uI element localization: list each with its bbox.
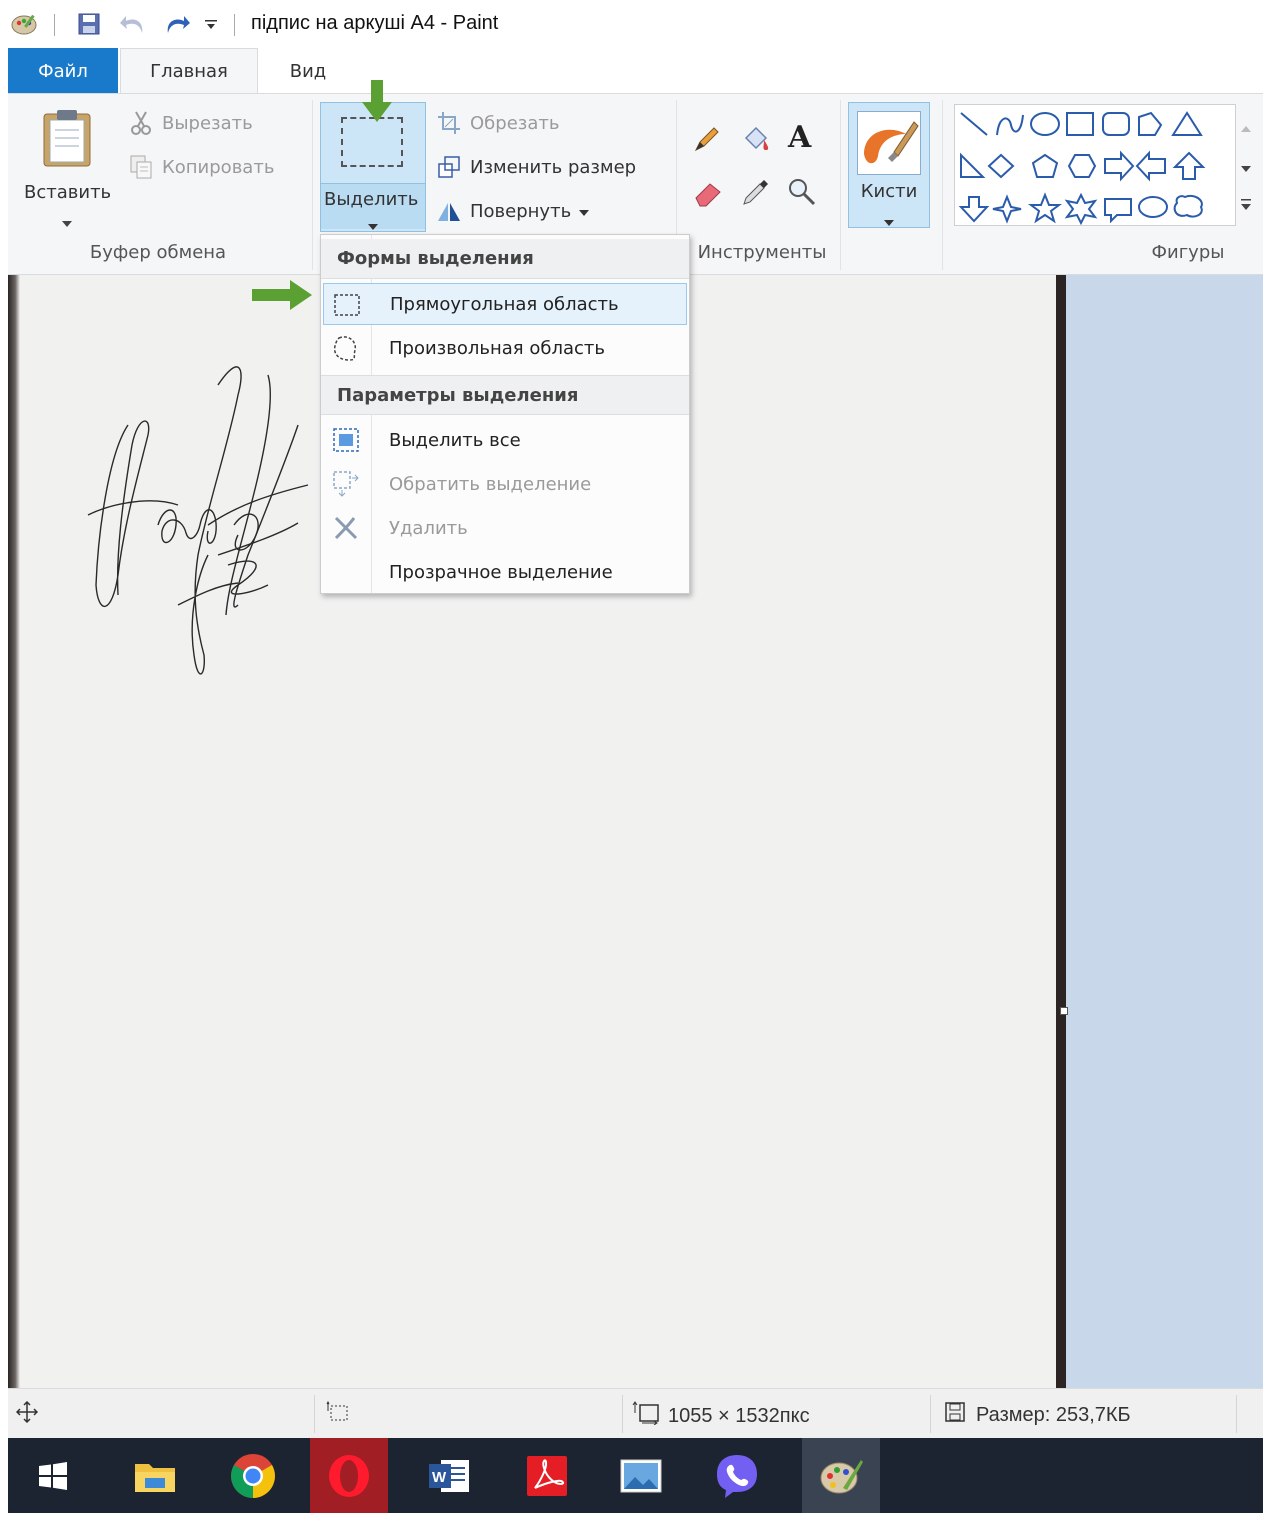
cut-label: Вырезать	[162, 112, 253, 134]
crop-button[interactable]: Обрезать	[436, 110, 559, 136]
scissors-icon	[128, 110, 154, 136]
undo-icon[interactable]	[116, 10, 150, 38]
freeform-selection-item[interactable]: Произвольная область	[323, 327, 687, 369]
color-picker-icon[interactable]	[740, 176, 772, 212]
cut-button[interactable]: Вырезать	[128, 110, 253, 136]
pencil-icon[interactable]	[692, 124, 722, 158]
invert-selection-icon	[331, 470, 361, 498]
tools-group-label: Инструменты	[697, 242, 827, 263]
ribbon-tabs: Файл Главная Вид	[8, 48, 1263, 94]
clipboard-group-label: Буфер обмена	[89, 242, 227, 263]
shapes-scroll-down-icon[interactable]	[1240, 160, 1252, 178]
text-tool-icon[interactable]: A	[788, 120, 811, 155]
green-arrow-right-icon	[252, 280, 312, 314]
canvas-left-edge	[8, 275, 20, 1388]
file-explorer-icon[interactable]	[116, 1438, 194, 1513]
acrobat-icon[interactable]	[508, 1438, 586, 1513]
svg-text:W: W	[432, 1469, 447, 1486]
transparent-selection-item[interactable]: Прозрачное выделение	[323, 551, 687, 593]
rectangle-select-icon	[332, 291, 362, 319]
shapes-row-1	[960, 111, 1203, 136]
image-dimensions: 1055 × 1532пкс	[632, 1401, 810, 1431]
brush-icon	[857, 111, 921, 175]
rotate-icon	[436, 198, 462, 224]
brushes-label: Кисти	[860, 181, 918, 202]
file-size: Размер: 253,7КБ	[944, 1401, 1131, 1429]
chrome-icon[interactable]	[214, 1438, 292, 1513]
invert-selection-label: Обратить выделение	[389, 473, 592, 495]
customize-quick-access-icon[interactable]	[200, 10, 222, 38]
paint-app-icon[interactable]	[8, 10, 40, 38]
copy-icon	[128, 154, 154, 180]
tab-file[interactable]: Файл	[8, 48, 118, 94]
paint-icon[interactable]	[802, 1438, 880, 1513]
tab-view[interactable]: Вид	[278, 48, 338, 94]
canvas-resize-handle[interactable]	[1060, 1007, 1068, 1015]
rotate-label: Повернуть	[470, 200, 572, 222]
start-icon[interactable]	[14, 1438, 92, 1513]
select-all-icon	[331, 426, 361, 454]
window-title: підпис на аркуші A4 - Paint	[251, 12, 499, 34]
resize-label: Изменить размер	[470, 156, 637, 178]
save-icon[interactable]	[74, 10, 104, 38]
cursor-position-icon	[16, 1401, 38, 1423]
shapes-scroll-up-icon[interactable]	[1240, 120, 1252, 138]
shapes-group-label: Фигуры	[1151, 242, 1225, 263]
rectangular-selection-label: Прямоугольная область	[390, 293, 619, 315]
magnifier-icon[interactable]	[786, 176, 818, 212]
fill-bucket-icon[interactable]	[738, 124, 772, 160]
resize-button[interactable]: Изменить размер	[436, 154, 636, 180]
photos-icon[interactable]	[602, 1438, 680, 1513]
shapes-row-3	[958, 192, 1203, 226]
shapes-more-icon[interactable]	[1240, 198, 1252, 216]
copy-label: Копировать	[162, 156, 275, 178]
word-icon[interactable]: W	[410, 1438, 488, 1513]
canvas-right-edge	[1056, 275, 1066, 1388]
status-bar: 1055 × 1532пкс Размер: 253,7КБ	[8, 1388, 1263, 1438]
select-all-label: Выделить все	[389, 429, 521, 451]
viber-icon[interactable]	[698, 1438, 776, 1513]
redo-icon[interactable]	[160, 10, 194, 38]
green-arrow-down-icon	[362, 80, 392, 126]
chevron-down-icon	[62, 214, 72, 232]
taskbar: W	[8, 1438, 1263, 1513]
crop-label: Обрезать	[470, 112, 560, 134]
delete-selection-item[interactable]: Удалить	[323, 507, 687, 549]
disk-icon	[944, 1401, 966, 1429]
resize-icon	[436, 154, 462, 180]
selection-size-icon	[326, 1401, 350, 1425]
brushes-button[interactable]: Кисти	[848, 102, 930, 228]
paste-button[interactable]: Вставить	[12, 102, 122, 232]
clipboard-icon	[40, 108, 94, 172]
chevron-down-icon	[579, 201, 590, 222]
image-dimensions-text: 1055 × 1532пкс	[668, 1404, 810, 1427]
handwritten-signature	[68, 355, 318, 699]
freeform-selection-label: Произвольная область	[389, 337, 605, 359]
shapes-row-2	[960, 150, 1206, 182]
opera-icon[interactable]	[310, 1438, 388, 1513]
rectangular-selection-item[interactable]: Прямоугольная область	[323, 283, 687, 325]
chevron-down-icon	[368, 217, 378, 235]
file-size-text: Размер: 253,7КБ	[976, 1403, 1131, 1426]
copy-button[interactable]: Копировать	[128, 154, 274, 180]
invert-selection-item[interactable]: Обратить выделение	[323, 463, 687, 505]
select-all-item[interactable]: Выделить все	[323, 419, 687, 461]
delete-icon	[331, 514, 361, 542]
selection-shapes-header: Формы выделения	[321, 239, 689, 279]
paste-label: Вставить	[24, 182, 112, 203]
select-dropdown-menu: Формы выделения Прямоугольная область Пр…	[320, 234, 690, 594]
select-label: Выделить	[324, 189, 419, 210]
rotate-button[interactable]: Повернуть	[436, 198, 590, 224]
shapes-gallery[interactable]	[954, 104, 1236, 226]
image-size-icon	[632, 1401, 660, 1431]
tab-home[interactable]: Главная	[120, 48, 258, 94]
chevron-down-icon	[884, 213, 894, 231]
title-bar: підпис на аркуші A4 - Paint	[8, 0, 1263, 48]
selection-options-header: Параметры выделения	[321, 375, 689, 415]
eraser-icon[interactable]	[692, 178, 724, 212]
crop-icon	[436, 110, 462, 136]
delete-selection-label: Удалить	[389, 517, 468, 539]
transparent-selection-label: Прозрачное выделение	[389, 561, 613, 583]
freeform-select-icon	[331, 334, 361, 362]
